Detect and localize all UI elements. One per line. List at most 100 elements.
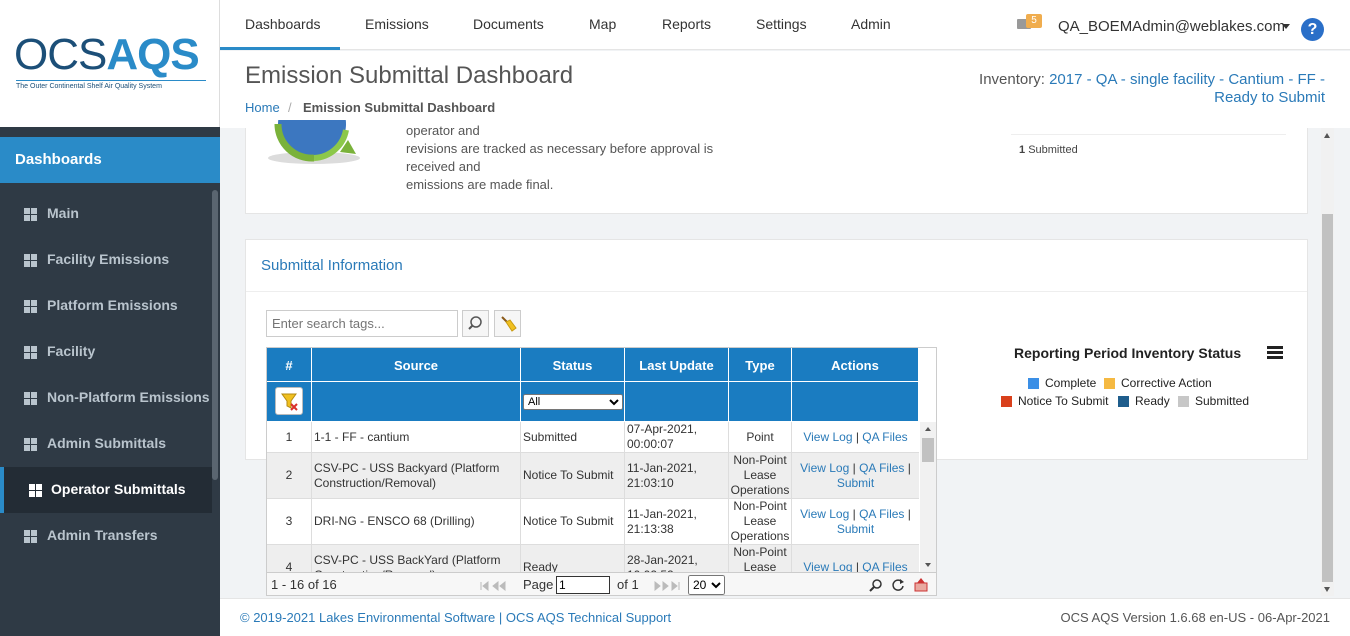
logo-wordmark: OCSAQS [14, 30, 200, 79]
tab-documents[interactable]: Documents [473, 0, 544, 50]
footer-links[interactable]: © 2019-2021 Lakes Environmental Software… [240, 610, 671, 625]
intro-line: operator and [406, 123, 480, 138]
panel-title: Submittal Information [261, 257, 403, 274]
qa-files-link[interactable]: QA Files [859, 507, 904, 521]
row-actions: View Log | QA Files [803, 429, 908, 444]
inventory-link[interactable]: 2017 - QA - single facility - Cantium - … [1049, 71, 1325, 106]
sidebar-item-label: Facility [47, 343, 96, 359]
legend-label: Notice To Submit [1018, 394, 1109, 408]
chart-title: Reporting Period Inventory Status [1014, 345, 1242, 361]
grid-icon [24, 346, 37, 359]
column-header[interactable]: Status [521, 348, 625, 381]
search-button[interactable] [462, 310, 489, 337]
qa-files-link[interactable]: QA Files [859, 461, 904, 475]
pager-page-label: Page [523, 577, 554, 592]
first-prev-page-icon[interactable] [479, 580, 509, 592]
row-last-update: 11-Jan-2021, 21:13:38 [625, 499, 729, 544]
sidebar-item-label: Facility Emissions [47, 251, 170, 267]
divider [1011, 134, 1286, 135]
divider [246, 291, 1307, 292]
column-header[interactable]: Source [312, 348, 521, 381]
legend-item-corrective-action[interactable]: Corrective Action [1104, 376, 1212, 390]
scroll-down-icon[interactable] [1324, 587, 1330, 592]
intro-line: revisions are tracked as necessary befor… [406, 141, 714, 156]
view-log-link[interactable]: View Log [800, 461, 849, 475]
pager-range: 1 - 16 of 16 [271, 577, 337, 592]
legend-item-notice-to-submit[interactable]: Notice To Submit [1001, 394, 1109, 408]
table-row[interactable]: 1 1-1 - FF - cantium Submitted 07-Apr-20… [267, 422, 919, 453]
refresh-icon[interactable] [891, 578, 905, 592]
scroll-up-icon[interactable] [1324, 133, 1330, 138]
column-header[interactable]: Type [729, 348, 792, 381]
help-icon[interactable]: ? [1301, 18, 1324, 41]
page-number-input[interactable] [556, 576, 610, 594]
inventory-label: Inventory: [979, 71, 1045, 88]
user-menu[interactable]: QA_BOEMAdmin@weblakes.com [1058, 18, 1285, 35]
submit-link[interactable]: Submit [837, 476, 874, 490]
export-icon[interactable] [913, 577, 929, 593]
notification-badge[interactable]: 5 [1026, 14, 1042, 28]
table-row[interactable]: 2 CSV-PC - USS Backyard (Platform Constr… [267, 453, 919, 499]
table-scrollbar[interactable] [920, 422, 936, 572]
row-number: 2 [267, 453, 312, 498]
menu-icon[interactable] [1267, 346, 1283, 360]
sidebar-item-admin-transfers[interactable]: Admin Transfers [0, 513, 212, 559]
page-size-select[interactable]: 20 [688, 575, 725, 595]
legend-item-submitted[interactable]: Submitted [1178, 394, 1249, 408]
scroll-arrows-icon [925, 427, 931, 567]
search-input[interactable] [266, 310, 458, 337]
logo[interactable]: OCSAQS The Outer Continental Shelf Air Q… [0, 0, 220, 127]
view-log-link[interactable]: View Log [803, 430, 852, 444]
column-header[interactable]: # [267, 348, 312, 381]
grid-icon [29, 484, 42, 497]
sidebar-item-admin-submittals[interactable]: Admin Submittals [0, 421, 212, 467]
filter-cell [792, 381, 918, 421]
tab-emissions[interactable]: Emissions [365, 0, 429, 50]
sidebar-item-non-platform-emissions[interactable]: Non-Platform Emissions [0, 375, 212, 421]
clear-filter-button[interactable] [275, 387, 303, 415]
chevron-down-icon[interactable] [1282, 24, 1290, 29]
view-log-link[interactable]: View Log [800, 507, 849, 521]
tab-reports[interactable]: Reports [662, 0, 711, 50]
clear-search-button[interactable] [494, 310, 521, 337]
sidebar-item-main[interactable]: Main [0, 191, 212, 237]
submit-link[interactable]: Submit [837, 522, 874, 536]
tab-settings[interactable]: Settings [756, 0, 807, 50]
filter-icon [281, 393, 298, 411]
scrollbar-thumb[interactable] [1322, 214, 1333, 582]
page-scrollbar[interactable] [1321, 128, 1334, 596]
column-header[interactable]: Last Update [625, 348, 729, 381]
row-source: CSV-PC - USS Backyard (Platform Construc… [312, 453, 521, 498]
row-status: Notice To Submit [521, 499, 625, 544]
next-last-page-icon[interactable] [651, 580, 681, 592]
legend-swatch [1178, 396, 1189, 407]
legend-item-ready[interactable]: Ready [1118, 394, 1170, 408]
status-filter-select[interactable]: All [523, 394, 623, 410]
filter-cell [267, 381, 312, 421]
grid-icon [24, 530, 37, 543]
filter-cell [625, 381, 729, 421]
legend-item-complete[interactable]: Complete [1028, 376, 1096, 390]
sidebar-item-facility-emissions[interactable]: Facility Emissions [0, 237, 212, 283]
submittal-table: # Source Status Last Update Type Actions… [266, 347, 937, 596]
sidebar-header: Dashboards [0, 137, 220, 183]
legend-swatch [1104, 378, 1115, 389]
sidebar-item-operator-submittals[interactable]: Operator Submittals [0, 467, 212, 513]
grid-icon [24, 300, 37, 313]
table-row[interactable]: 3 DRI-NG - ENSCO 68 (Drilling) Notice To… [267, 499, 919, 545]
legend-label: Complete [1045, 376, 1097, 390]
filter-cell [312, 381, 521, 421]
sidebar-item-facility[interactable]: Facility [0, 329, 212, 375]
legend-swatch [1001, 396, 1012, 407]
tab-map[interactable]: Map [589, 0, 616, 50]
row-number: 3 [267, 499, 312, 544]
sidebar-item-platform-emissions[interactable]: Platform Emissions [0, 283, 212, 329]
legend-swatch [1028, 378, 1039, 389]
tab-dashboards[interactable]: Dashboards [220, 0, 340, 50]
sidebar-scrollbar[interactable] [212, 190, 218, 480]
search-icon[interactable] [869, 578, 883, 592]
tab-admin[interactable]: Admin [851, 0, 891, 50]
breadcrumb-home[interactable]: Home [245, 100, 280, 115]
qa-files-link[interactable]: QA Files [862, 430, 907, 444]
column-header[interactable]: Actions [792, 348, 918, 381]
